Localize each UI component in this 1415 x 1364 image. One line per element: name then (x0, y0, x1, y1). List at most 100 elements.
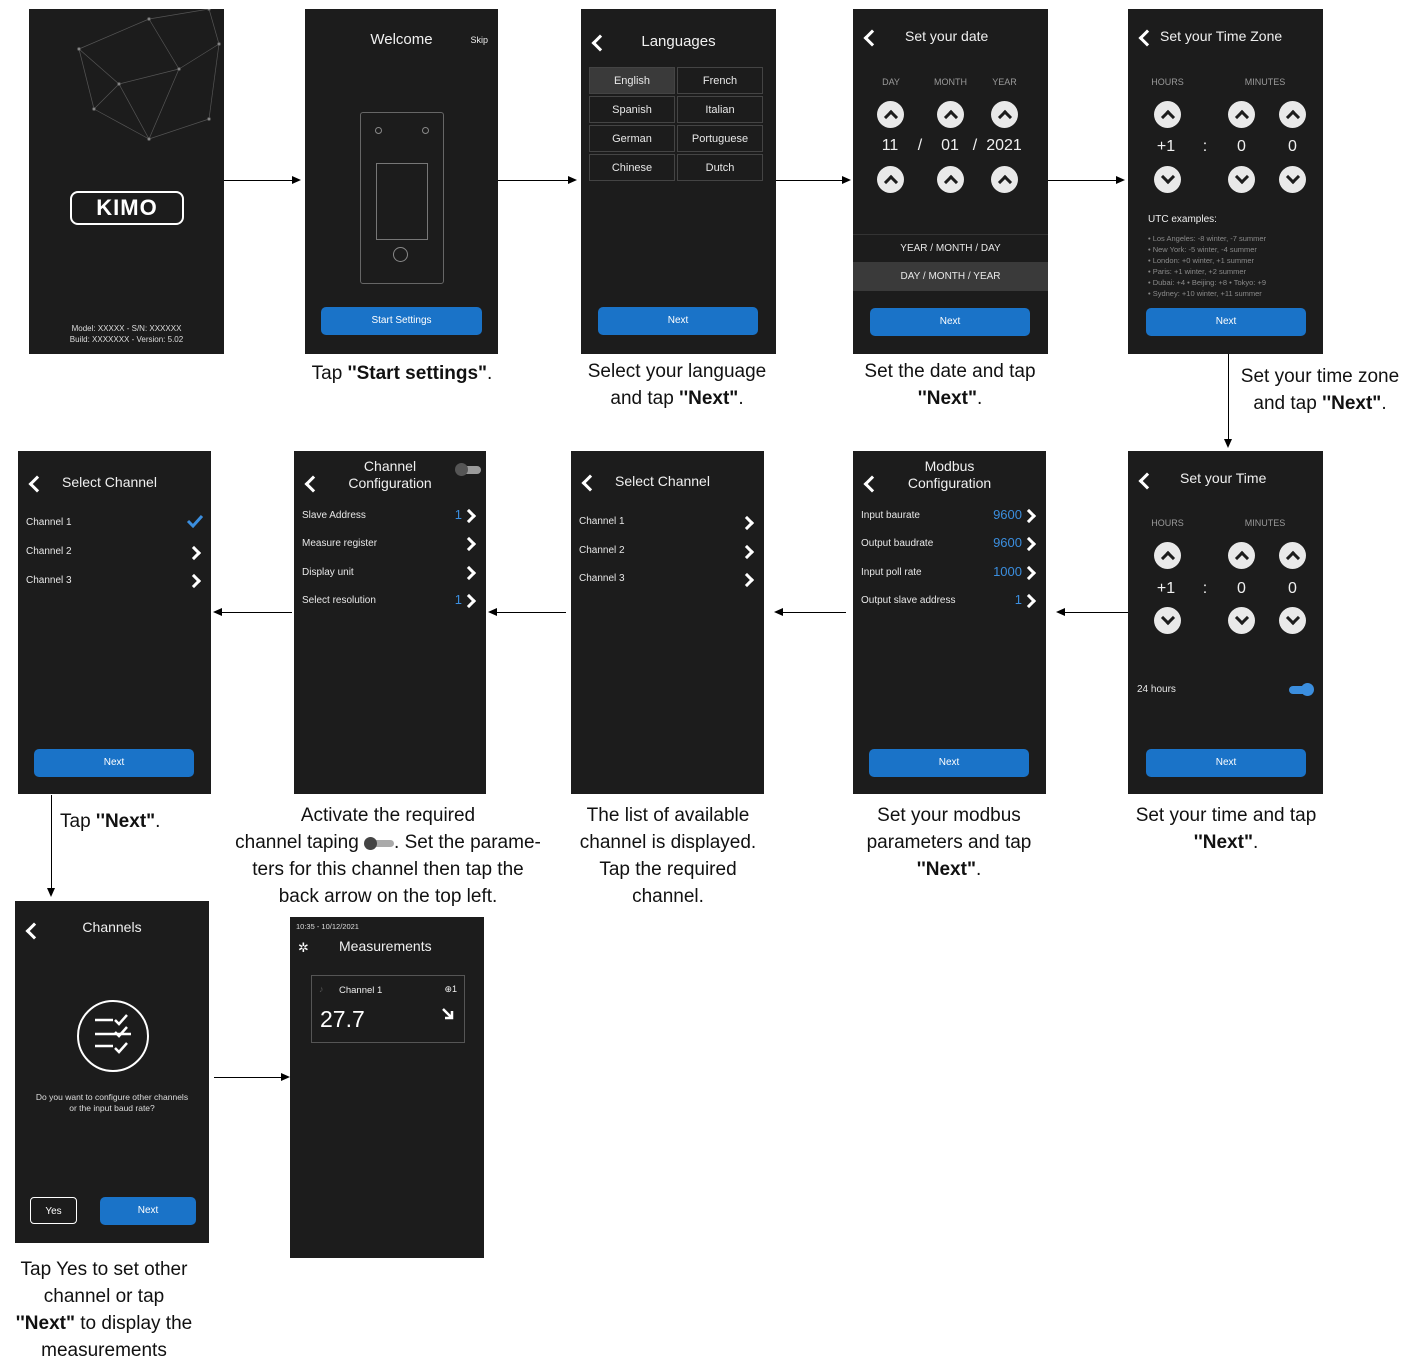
chevron-right-icon[interactable] (739, 572, 755, 588)
utc-line: • London: +0 winter, +1 summer (1148, 256, 1255, 265)
date-separator: / (972, 137, 978, 154)
chevron-right-icon[interactable] (1021, 508, 1037, 524)
question-line-1: Do you want to configure other channels (35, 1092, 189, 1102)
hours-up-icon[interactable] (1154, 542, 1181, 569)
caption-language: Select your language and tap ''Next". (566, 358, 788, 412)
minutes-units-value: 0 (1288, 580, 1297, 597)
24-hours-toggle[interactable] (1289, 683, 1314, 696)
back-arrow-icon[interactable] (863, 29, 881, 47)
arrow-head-right (842, 176, 851, 184)
channel-enable-toggle[interactable] (455, 463, 481, 476)
hours-up-icon[interactable] (1154, 101, 1181, 128)
arrow-head-right (281, 1073, 290, 1081)
output-baudrate-value[interactable]: 9600 (993, 535, 1022, 550)
back-arrow-icon[interactable] (581, 474, 599, 492)
chevron-right-icon[interactable] (739, 515, 755, 531)
channel-1-item[interactable]: Channel 1 (26, 517, 72, 528)
chevron-right-icon[interactable] (461, 536, 477, 552)
channel-3-item[interactable]: Channel 3 (26, 575, 72, 586)
language-chinese[interactable]: Chinese (589, 154, 675, 181)
output-slave-address-value[interactable]: 1 (1015, 592, 1022, 607)
hours-down-icon[interactable] (1154, 166, 1181, 193)
chevron-right-icon[interactable] (1021, 536, 1037, 552)
chevron-right-icon[interactable] (186, 573, 202, 589)
channel-3-item[interactable]: Channel 3 (579, 573, 625, 584)
month-up-icon[interactable] (937, 166, 964, 193)
channel-2-item[interactable]: Channel 2 (26, 546, 72, 557)
minutes-down-icon[interactable] (1279, 166, 1306, 193)
caption-bold: ''Next" (1193, 832, 1253, 853)
measurements-title: Measurements (339, 938, 432, 954)
hours-down-icon[interactable] (1154, 607, 1181, 634)
next-button[interactable]: Next (1146, 749, 1306, 777)
next-button[interactable]: Next (1146, 308, 1306, 336)
minutes-up-icon[interactable] (1279, 101, 1306, 128)
yes-button[interactable]: Yes (30, 1197, 77, 1224)
screw-hole (422, 127, 429, 134)
skip-link[interactable]: Skip (470, 35, 488, 45)
next-button[interactable]: Next (100, 1197, 196, 1225)
chevron-right-icon[interactable] (739, 544, 755, 560)
slave-address-value[interactable]: 1 (455, 507, 462, 522)
back-arrow-icon[interactable] (1138, 472, 1156, 490)
chevron-right-icon[interactable] (1021, 593, 1037, 609)
back-arrow-icon[interactable] (1138, 29, 1156, 47)
language-italian[interactable]: Italian (677, 96, 763, 123)
language-dutch[interactable]: Dutch (677, 154, 763, 181)
next-button[interactable]: Next (870, 308, 1030, 336)
utc-line: • Los Angeles: -8 winter, -7 summer (1148, 234, 1267, 243)
arrow-head-left (488, 608, 497, 616)
language-french[interactable]: French (677, 67, 763, 94)
channel-1-item[interactable]: Channel 1 (579, 516, 625, 527)
minutes-down-icon[interactable] (1228, 607, 1255, 634)
next-button[interactable]: Next (598, 307, 758, 335)
year-up-icon[interactable] (991, 101, 1018, 128)
caption-start-settings: Tap ''Start settings". (290, 360, 514, 387)
language-english[interactable]: English (589, 67, 675, 94)
gear-icon[interactable]: ✲ (298, 941, 312, 955)
measurement-value: 27.7 (320, 1006, 365, 1032)
minutes-up-icon[interactable] (1279, 542, 1306, 569)
caption-text: Tap (60, 811, 96, 832)
chevron-right-icon[interactable] (1021, 565, 1037, 581)
time-colon: : (1202, 580, 1208, 597)
display-unit-label: Display unit (302, 567, 354, 578)
next-button[interactable]: Next (34, 749, 194, 777)
input-baudrate-value[interactable]: 9600 (993, 507, 1022, 522)
chevron-right-icon[interactable] (461, 565, 477, 581)
measurements-screen: 10:35 - 10/12/2021 ✲ Measurements ♪ Chan… (290, 917, 484, 1258)
month-up-icon[interactable] (937, 101, 964, 128)
chevron-right-icon[interactable] (461, 508, 477, 524)
question-line-2: or the input baud rate? (69, 1103, 155, 1113)
back-arrow-icon[interactable] (28, 475, 46, 493)
date-format-option-selected[interactable]: DAY / MONTH / YEAR (853, 262, 1048, 291)
flow-arrow (214, 1077, 282, 1078)
next-button[interactable]: Next (869, 749, 1029, 777)
day-up-icon[interactable] (877, 101, 904, 128)
date-format-option[interactable]: YEAR / MONTH / DAY (853, 234, 1048, 263)
arrow-head-right (568, 176, 577, 184)
caption-text: . (976, 388, 983, 409)
day-up-icon[interactable] (877, 166, 904, 193)
year-up-icon[interactable] (991, 166, 1018, 193)
start-settings-button[interactable]: Start Settings (321, 307, 482, 335)
language-german[interactable]: German (589, 125, 675, 152)
timezone-screen: Set your Time Zone HOURS MINUTES +1 : 0 … (1128, 9, 1323, 354)
minutes-tens-value: 0 (1237, 138, 1246, 155)
flow-arrow (498, 180, 569, 181)
24-hours-label: 24 hours (1137, 684, 1176, 695)
channel-2-item[interactable]: Channel 2 (579, 545, 625, 556)
language-portuguese[interactable]: Portuguese (677, 125, 763, 152)
channel-card[interactable]: ♪ Channel 1 ⊕1 27.7 (311, 975, 465, 1043)
minutes-up-icon[interactable] (1228, 542, 1255, 569)
caption-line: and tap ''Next". (566, 385, 788, 412)
select-resolution-value[interactable]: 1 (455, 592, 462, 607)
language-spanish[interactable]: Spanish (589, 96, 675, 123)
chevron-right-icon[interactable] (186, 545, 202, 561)
minutes-up-icon[interactable] (1228, 101, 1255, 128)
minutes-down-icon[interactable] (1228, 166, 1255, 193)
caption-line: and tap ''Next". (1230, 390, 1410, 417)
input-poll-rate-value[interactable]: 1000 (993, 564, 1022, 579)
chevron-right-icon[interactable] (461, 593, 477, 609)
minutes-down-icon[interactable] (1279, 607, 1306, 634)
